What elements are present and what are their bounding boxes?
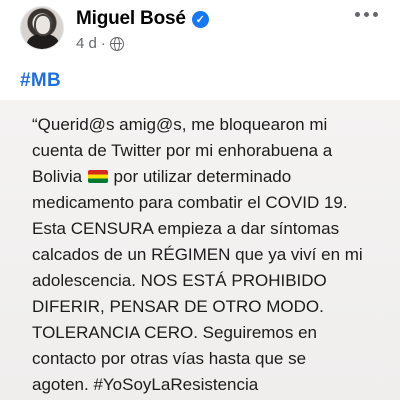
more-dot-icon bbox=[373, 12, 378, 17]
quote-text-part-2: por utilizar determinado medicamento par… bbox=[32, 167, 363, 394]
author-name[interactable]: Miguel Bosé bbox=[76, 8, 186, 30]
post-quote-text: “Querid@s amig@s, me bloquearon mi cuent… bbox=[32, 112, 382, 398]
avatar-body bbox=[27, 34, 59, 49]
more-dot-icon bbox=[364, 12, 369, 17]
more-options-button[interactable] bbox=[355, 12, 378, 17]
meta-separator: · bbox=[100, 35, 106, 52]
bolivia-flag-icon bbox=[87, 170, 108, 183]
avatar[interactable] bbox=[20, 6, 64, 50]
globe-icon[interactable] bbox=[109, 36, 124, 51]
hashtag-link[interactable]: #MB bbox=[20, 70, 61, 92]
post-header: Miguel Bosé ✓ 4 d · bbox=[0, 0, 400, 62]
post-meta: 4 d · bbox=[76, 35, 124, 52]
avatar-face bbox=[36, 16, 50, 34]
verified-badge-icon: ✓ bbox=[191, 10, 209, 28]
author-row: Miguel Bosé ✓ bbox=[76, 8, 209, 30]
more-dot-icon bbox=[355, 12, 360, 17]
post-timestamp[interactable]: 4 d bbox=[76, 35, 97, 52]
